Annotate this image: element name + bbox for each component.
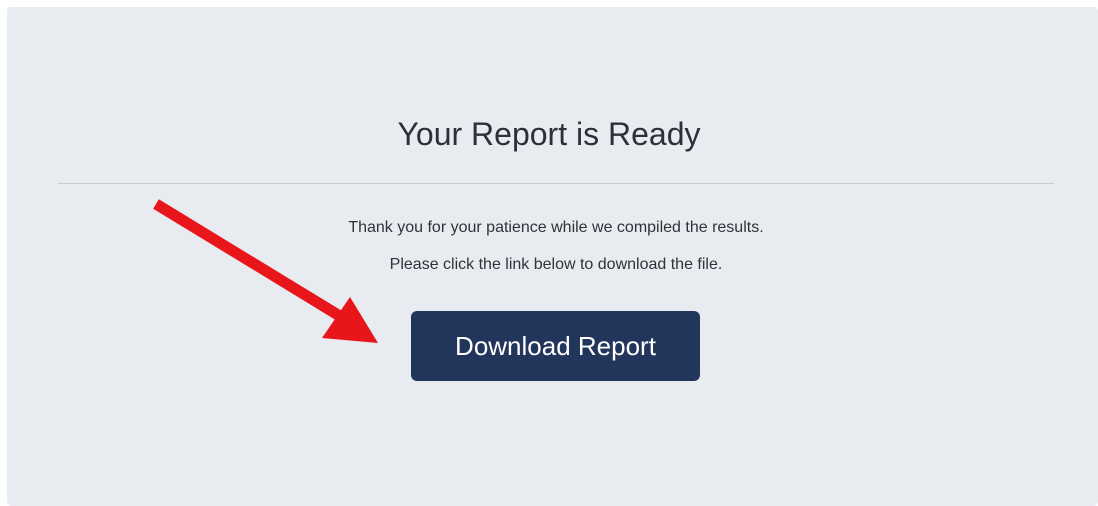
message-line-2: Please click the link below to download … <box>389 256 723 273</box>
page-title: Your Report is Ready <box>397 116 701 152</box>
title-divider <box>58 183 1054 184</box>
message-line-1: Thank you for your patience while we com… <box>348 219 764 236</box>
page: Your Report is Ready Thank you for your … <box>0 0 1098 506</box>
download-report-button[interactable]: Download Report <box>411 311 700 381</box>
